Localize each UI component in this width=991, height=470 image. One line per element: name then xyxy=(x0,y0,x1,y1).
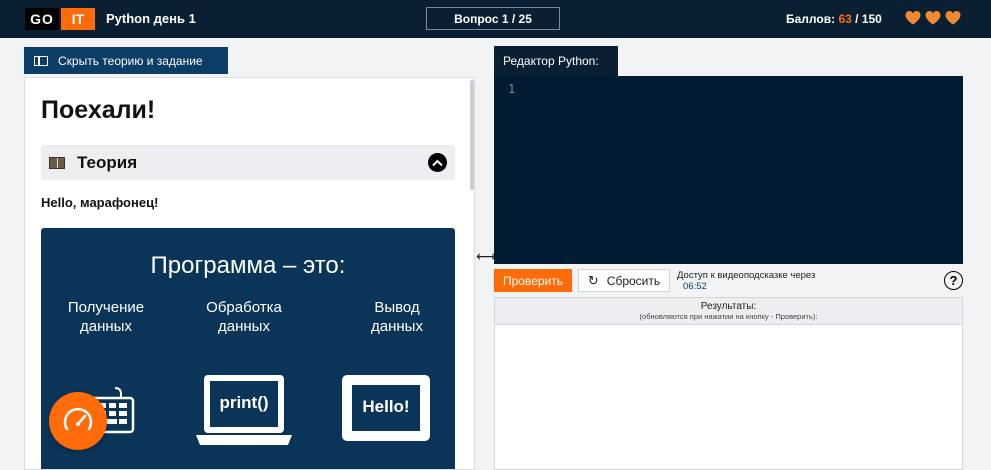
results-title: Результаты: xyxy=(700,301,757,312)
results-header: Результаты: (обновляются при нажатии на … xyxy=(495,298,962,325)
laptop-code-text: print() xyxy=(219,393,269,412)
slide-process-label: Обработка данных xyxy=(206,299,282,335)
score-current: 63 xyxy=(838,12,852,26)
book-icon xyxy=(49,156,65,169)
score-label: Баллов: xyxy=(786,12,836,26)
theory-accordion-label: Теория xyxy=(77,152,138,172)
video-hint-text: Доступ к видеоподсказке через xyxy=(677,270,816,281)
heart-icon xyxy=(945,11,961,25)
video-hint: Доступ к видеоподсказке через 06:52 xyxy=(677,270,815,292)
slide-output-label: Вывод данных xyxy=(371,299,423,335)
hide-theory-button[interactable]: Скрыть теорию и задание xyxy=(24,47,228,74)
score: Баллов: 63 / 150 xyxy=(786,12,882,26)
logo-it: IT xyxy=(61,8,95,30)
theory-scrollbar[interactable] xyxy=(470,80,474,190)
course-title: Python день 1 xyxy=(106,11,196,26)
help-icon[interactable]: ? xyxy=(944,271,963,290)
lives xyxy=(905,10,961,26)
hide-theory-label: Скрыть теорию и задание xyxy=(58,53,203,68)
top-bar: GO IT Python день 1 Вопрос 1 / 25 Баллов… xyxy=(0,0,991,38)
refresh-icon: ↻ xyxy=(587,272,599,288)
reset-label: Сбросить xyxy=(606,273,661,288)
heart-icon xyxy=(905,11,921,25)
goit-logo[interactable]: GO IT xyxy=(25,8,95,30)
chevron-up-icon[interactable] xyxy=(428,153,447,172)
monitor-output-text: Hello! xyxy=(362,397,410,416)
line-number: 1 xyxy=(508,82,516,96)
greeting-text: Hello, марафонец! xyxy=(41,195,159,210)
check-button[interactable]: Проверить xyxy=(494,269,572,292)
results-panel: Результаты: (обновляются при нажатии на … xyxy=(494,297,963,470)
page-heading: Поехали! xyxy=(41,96,156,124)
sidebar-toggle-icon xyxy=(34,55,48,66)
laptop-icon: print() xyxy=(196,373,292,448)
heart-icon xyxy=(925,11,941,25)
speedometer-icon xyxy=(63,407,93,431)
results-subtitle: (обновляются при нажатии на кнопку - Про… xyxy=(639,312,818,321)
slide-input-label: Получение данных xyxy=(67,299,145,335)
score-total: / 150 xyxy=(855,12,882,26)
question-counter: Вопрос 1 / 25 xyxy=(426,7,560,30)
reset-button[interactable]: ↻ Сбросить xyxy=(578,269,670,292)
logo-go: GO xyxy=(25,8,59,30)
code-editor[interactable]: 1 xyxy=(494,76,963,264)
video-hint-timer: 06:52 xyxy=(683,281,707,292)
slide-title: Программа – это: xyxy=(150,252,346,279)
speedometer-button[interactable] xyxy=(49,392,107,450)
editor-tab[interactable]: Редактор Python: xyxy=(494,46,618,76)
theory-accordion[interactable]: Теория xyxy=(41,145,455,180)
monitor-icon: Hello! xyxy=(341,374,431,442)
